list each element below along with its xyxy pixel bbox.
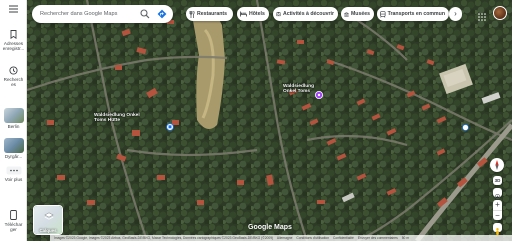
rail-item-download[interactable]: Téléchar ger bbox=[0, 210, 27, 232]
place-marker[interactable] bbox=[166, 118, 174, 136]
hotel-icon bbox=[240, 11, 247, 17]
directions-icon[interactable] bbox=[157, 9, 167, 19]
area-label: Waldsiedlung Onkel Toms Hütte bbox=[94, 113, 140, 123]
my-location-button[interactable] bbox=[493, 188, 502, 200]
search-box bbox=[32, 5, 173, 23]
pin-icon bbox=[315, 91, 323, 99]
bookmark-icon bbox=[10, 30, 17, 39]
zoom-in-button[interactable]: + bbox=[493, 200, 502, 210]
google-maps-logo: Google Maps bbox=[248, 224, 292, 231]
search-icon[interactable] bbox=[140, 9, 150, 19]
pin-label: Waldsiedlung Onkel Toms bbox=[283, 84, 314, 94]
chip-label: Musées bbox=[350, 11, 370, 17]
rail-item-dyrgarden[interactable]: Dyrgår... bbox=[0, 138, 27, 159]
transit-marker-icon bbox=[462, 124, 469, 131]
rail-item-label: Voir plus bbox=[4, 177, 23, 182]
street-view-button[interactable] bbox=[493, 223, 502, 235]
rail-item-saved[interactable]: Adresses enregistr... bbox=[0, 30, 27, 51]
side-rail: Adresses enregistr... Recherch es Berlin… bbox=[0, 0, 27, 241]
chip-label: Hôtels bbox=[249, 11, 265, 17]
zoom-controls: + − bbox=[493, 200, 502, 220]
chip-transit[interactable]: Transports en commun bbox=[377, 7, 449, 21]
feedback-link[interactable]: Envoyer des commentaires bbox=[358, 236, 398, 240]
3d-button[interactable]: 3D bbox=[493, 176, 502, 185]
chips-next-button[interactable]: › bbox=[449, 7, 462, 21]
apps-grid-icon bbox=[478, 13, 486, 21]
layers-icon bbox=[44, 212, 54, 220]
scale-label[interactable]: 50 m bbox=[402, 236, 409, 240]
compass-icon bbox=[495, 160, 499, 170]
chip-hotels[interactable]: Hôtels bbox=[237, 7, 269, 21]
museum-icon bbox=[344, 11, 349, 17]
account-avatar[interactable] bbox=[493, 6, 507, 20]
layers-button[interactable]: Calques bbox=[33, 205, 63, 235]
berlin-thumbnail bbox=[3, 108, 24, 123]
history-icon bbox=[9, 66, 18, 75]
location-pin[interactable] bbox=[315, 87, 323, 105]
restaurant-icon bbox=[189, 10, 195, 18]
attribution-bar: Images ©2023 Google, Images ©2023 Airbus… bbox=[50, 235, 512, 241]
attribution-text: Images ©2023 Google, Images ©2023 Airbus… bbox=[54, 236, 274, 240]
rail-item-label: enregistr... bbox=[2, 46, 25, 51]
3d-icon: 3D bbox=[494, 178, 501, 183]
pin-label-line2: Onkel Toms bbox=[283, 89, 311, 94]
privacy-link[interactable]: Confidentialité bbox=[333, 236, 354, 240]
transit-icon bbox=[380, 10, 386, 18]
layers-label: Calques bbox=[39, 228, 57, 233]
chip-activities[interactable]: Activités à découvrir bbox=[273, 7, 338, 21]
apps-button[interactable] bbox=[478, 8, 486, 26]
zoom-out-button[interactable]: − bbox=[493, 210, 502, 220]
phone-icon bbox=[10, 210, 17, 220]
chevron-right-icon: › bbox=[454, 9, 457, 18]
transit-marker-icon bbox=[166, 123, 174, 131]
hamburger-menu-icon bbox=[9, 5, 18, 13]
search-input[interactable] bbox=[40, 8, 140, 20]
rail-item-recent[interactable]: Recherch es bbox=[0, 66, 27, 87]
rail-item-more[interactable]: Voir plus bbox=[0, 166, 27, 182]
terms-link[interactable]: Conditions d'utilisation bbox=[296, 236, 329, 240]
area-label-line2: Toms Hütte bbox=[94, 118, 121, 123]
rail-item-label: ger bbox=[10, 227, 17, 232]
chip-restaurants[interactable]: Restaurants bbox=[186, 7, 233, 21]
place-marker-2[interactable] bbox=[462, 118, 469, 136]
chip-museums[interactable]: Musées bbox=[341, 7, 374, 21]
more-icon bbox=[6, 166, 21, 175]
rail-item-berlin[interactable]: Berlin bbox=[0, 108, 27, 129]
rail-item-label: Berlin bbox=[7, 124, 20, 129]
dyrgarden-thumbnail bbox=[3, 138, 24, 153]
rail-item-label: es bbox=[11, 82, 16, 87]
country-label: Allemagne bbox=[276, 236, 293, 240]
rail-item-label: Dyrgår... bbox=[4, 154, 23, 159]
compass-button[interactable] bbox=[490, 158, 504, 172]
menu-button[interactable] bbox=[0, 5, 27, 13]
chip-label: Activités à découvrir bbox=[282, 11, 334, 17]
plus-icon: + bbox=[495, 200, 500, 209]
chip-label: Restaurants bbox=[197, 11, 227, 17]
minus-icon: − bbox=[495, 211, 500, 220]
chip-label: Transports en commun bbox=[387, 11, 445, 17]
camera-icon bbox=[276, 12, 281, 17]
